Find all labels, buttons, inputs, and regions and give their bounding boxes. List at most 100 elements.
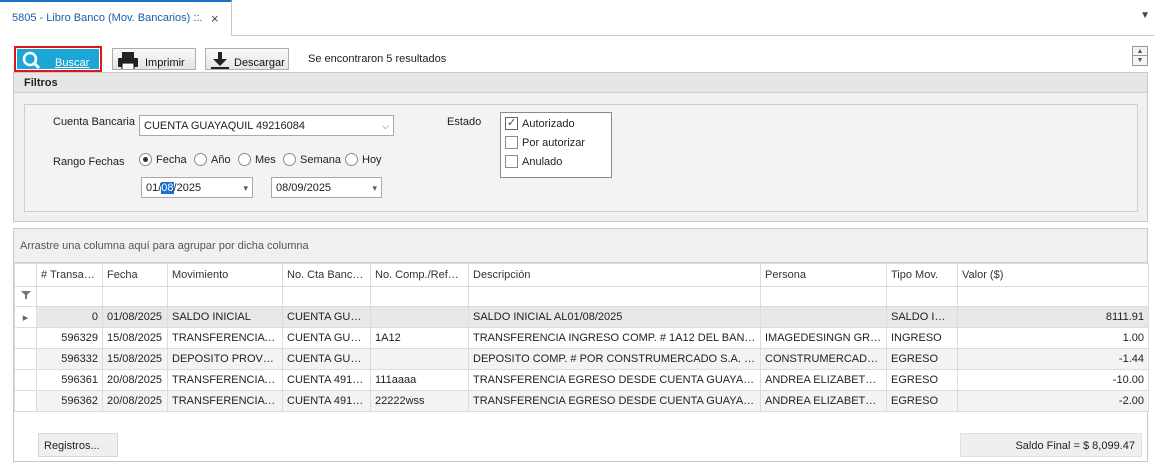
fecha-desde-ano: /2025	[173, 182, 202, 194]
close-icon[interactable]: ×	[211, 11, 219, 26]
col-header-fecha[interactable]: Fecha	[102, 263, 168, 287]
filter-cell[interactable]	[760, 286, 887, 307]
cell-comprobante	[370, 348, 469, 370]
checkbox-autorizado[interactable]	[505, 116, 518, 130]
checkbox-autorizado-label: Autorizado	[522, 118, 575, 130]
dropdown-arrow-icon[interactable]: ▾	[372, 183, 377, 194]
col-header-cta-banco[interactable]: No. Cta Banco ...	[282, 263, 371, 287]
col-header-valor[interactable]: Valor ($)	[957, 263, 1149, 287]
radio-hoy-label: Hoy	[362, 154, 382, 166]
download-icon	[211, 52, 229, 69]
chevron-down-icon: ⌵	[382, 121, 389, 131]
col-header-tipo-mov[interactable]: Tipo Mov.	[886, 263, 958, 287]
filter-cell[interactable]	[36, 286, 103, 307]
cell-valor: -10.00	[957, 369, 1149, 391]
radio-fecha[interactable]	[139, 153, 152, 166]
cell-valor: 8111.91	[957, 306, 1149, 328]
radio-semana[interactable]	[283, 153, 296, 166]
fecha-desde-input[interactable]: 01/08/2025 ▾	[141, 177, 253, 198]
radio-ano[interactable]	[194, 153, 207, 166]
table-row[interactable]: ▸ 0 01/08/2025 SALDO INICIAL CUENTA GUAY…	[14, 306, 1149, 328]
col-header-persona[interactable]: Persona	[760, 263, 887, 287]
col-header-comprobante[interactable]: No. Comp./Refer...	[370, 263, 469, 287]
spin-up-icon[interactable]: ▲	[1133, 47, 1147, 56]
checkbox-por-autorizar[interactable]	[505, 136, 518, 149]
movimientos-table: # Transac... Fecha Movimiento No. Cta Ba…	[14, 263, 1149, 412]
saldo-final-text: Saldo Final = $ 8,099.47	[1015, 440, 1135, 452]
cell-fecha: 15/08/2025	[102, 327, 168, 349]
filter-cell[interactable]	[957, 286, 1149, 307]
tab-strip: 5805 - Libro Banco (Mov. Bancarios) ::. …	[0, 0, 1154, 36]
filter-icon[interactable]	[14, 286, 37, 307]
filter-cell[interactable]	[886, 286, 958, 307]
radio-semana-label: Semana	[300, 154, 341, 166]
col-header-descripcion[interactable]: Descripción	[468, 263, 761, 287]
cell-valor: -2.00	[957, 390, 1149, 412]
cell-descripcion: DEPOSITO COMP. # POR CONSTRUMERCADO S.A.…	[468, 348, 761, 370]
radio-mes-label: Mes	[255, 154, 276, 166]
cell-persona: CONSTRUMERCADO S...	[760, 348, 887, 370]
cell-transaccion: 0	[36, 306, 103, 328]
cell-valor: -1.44	[957, 348, 1149, 370]
header-row: # Transac... Fecha Movimiento No. Cta Ba…	[14, 263, 1149, 287]
table-row[interactable]: 596332 15/08/2025 DEPOSITO PROVEE... CUE…	[14, 348, 1149, 370]
cell-cta-banco: CUENTA GUAY...	[282, 306, 371, 328]
toolbar: Buscar Imprimir Descargar Se encontraron…	[0, 36, 1154, 72]
table-row[interactable]: 596361 20/08/2025 TRANSFERENCIA E... CUE…	[14, 369, 1149, 391]
cell-descripcion: TRANSFERENCIA EGRESO DESDE CUENTA GUAYAQ…	[468, 390, 761, 412]
cell-fecha: 20/08/2025	[102, 369, 168, 391]
spin-down-icon[interactable]: ▼	[1133, 56, 1147, 65]
filter-cell[interactable]	[102, 286, 168, 307]
filter-row	[14, 286, 1149, 307]
cell-persona: IMAGEDESINGN GROU...	[760, 327, 887, 349]
cell-fecha: 01/08/2025	[102, 306, 168, 328]
tab-libro-banco[interactable]: 5805 - Libro Banco (Mov. Bancarios) ::. …	[0, 0, 232, 36]
descargar-label: Descargar	[234, 57, 285, 69]
scroll-spinner[interactable]: ▲ ▼	[1132, 46, 1148, 66]
rango-fechas-label: Rango Fechas	[53, 156, 125, 168]
cell-transaccion: 596361	[36, 369, 103, 391]
cuenta-bancaria-select[interactable]: CUENTA GUAYAQUIL 49216084 ⌵	[139, 115, 394, 136]
descargar-button[interactable]: Descargar	[205, 48, 289, 70]
buscar-button[interactable]: Buscar	[14, 46, 102, 72]
radio-ano-label: Año	[211, 154, 231, 166]
cell-cta-banco: CUENTA GUAY...	[282, 327, 371, 349]
fecha-desde-mes-selected: 08	[161, 182, 174, 194]
row-indicator-icon: ▸	[14, 306, 37, 328]
cell-persona: ANDREA ELIZABETH A...	[760, 390, 887, 412]
filter-cell[interactable]	[370, 286, 469, 307]
estado-label: Estado	[447, 116, 482, 128]
registros-button[interactable]: Registros...	[38, 433, 118, 457]
checkbox-anulado[interactable]	[505, 155, 518, 168]
buscar-label: Buscar	[55, 57, 90, 69]
saldo-final-summary: Saldo Final = $ 8,099.47	[960, 433, 1142, 457]
col-header-movimiento[interactable]: Movimiento	[167, 263, 283, 287]
search-icon	[22, 51, 41, 69]
filter-cell[interactable]	[282, 286, 371, 307]
table-row[interactable]: 596362 20/08/2025 TRANSFERENCIA E... CUE…	[14, 390, 1149, 412]
col-header-transaccion[interactable]: # Transac...	[36, 263, 103, 287]
cell-cta-banco: CUENTA 4918...	[282, 369, 371, 391]
dropdown-arrow-icon[interactable]: ▾	[243, 183, 248, 194]
filter-cell[interactable]	[468, 286, 761, 307]
radio-hoy[interactable]	[345, 153, 358, 166]
table-row[interactable]: 596329 15/08/2025 TRANSFERENCIA IN... CU…	[14, 327, 1149, 349]
result-count-text: Se encontraron 5 resultados	[308, 53, 447, 65]
radio-mes[interactable]	[238, 153, 251, 166]
chevron-down-icon[interactable]: ▼	[1140, 10, 1150, 21]
cell-movimiento: DEPOSITO PROVEE...	[167, 348, 283, 370]
group-by-bar[interactable]: Arrastre una columna aquí para agrupar p…	[14, 229, 1147, 263]
imprimir-button[interactable]: Imprimir	[112, 48, 196, 70]
filtros-title: Filtros	[24, 77, 58, 89]
estado-checklist: Autorizado Por autorizar Anulado	[500, 112, 612, 178]
fecha-hasta-input[interactable]: 08/09/2025 ▾	[271, 177, 382, 198]
cell-movimiento: SALDO INICIAL	[167, 306, 283, 328]
checkbox-por-autorizar-label: Por autorizar	[522, 137, 585, 149]
group-by-hint: Arrastre una columna aquí para agrupar p…	[20, 240, 309, 252]
cell-persona	[760, 306, 887, 328]
cell-comprobante: 1A12	[370, 327, 469, 349]
cell-descripcion: SALDO INICIAL AL01/08/2025	[468, 306, 761, 328]
imprimir-label: Imprimir	[145, 57, 185, 69]
filter-cell[interactable]	[167, 286, 283, 307]
cell-tipo-mov: EGRESO	[886, 348, 958, 370]
